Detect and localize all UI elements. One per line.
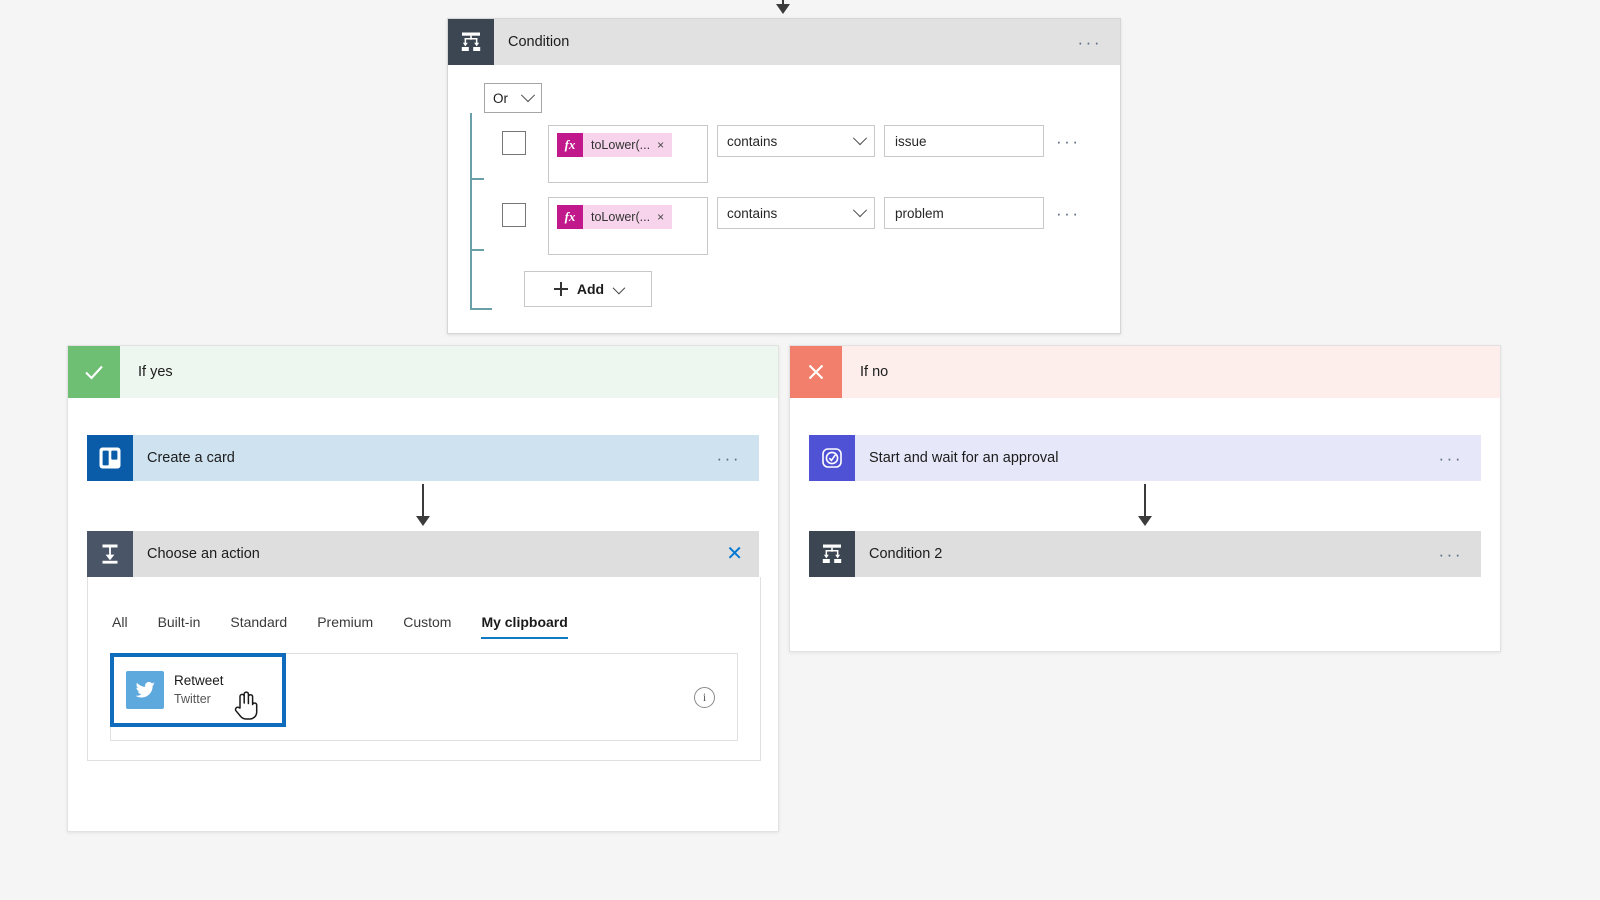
- logic-operator-value: Or: [493, 90, 508, 106]
- tree-branch-2: [470, 249, 484, 251]
- tab-all[interactable]: All: [112, 614, 128, 639]
- expression-token[interactable]: fx toLower(... ×: [557, 133, 673, 157]
- fx-icon: fx: [557, 205, 583, 229]
- condition-card[interactable]: Condition ··· Or fx toLower(... × contai…: [447, 18, 1121, 334]
- action-title: Create a card: [147, 450, 235, 466]
- info-icon[interactable]: i: [694, 687, 715, 708]
- arrow-no-branch: [1135, 484, 1155, 526]
- action-condition-2[interactable]: Condition 2 ···: [809, 531, 1481, 577]
- tree-branch-1: [470, 178, 484, 180]
- remove-token-icon[interactable]: ×: [657, 210, 672, 224]
- choose-an-action-header[interactable]: Choose an action ✕: [87, 531, 759, 577]
- fx-icon: fx: [557, 133, 583, 157]
- arrow-yes-branch: [413, 484, 433, 526]
- arrow-into-condition: [773, 0, 793, 14]
- action-menu[interactable]: ···: [1439, 450, 1463, 467]
- tab-my-clipboard[interactable]: My clipboard: [481, 614, 569, 639]
- if-no-label: If no: [860, 364, 889, 380]
- condition-operator-value: contains: [727, 205, 778, 221]
- condition-row-checkbox[interactable]: [502, 203, 526, 227]
- if-no-header[interactable]: If no: [790, 346, 1500, 398]
- tab-built-in[interactable]: Built-in: [158, 614, 201, 639]
- action-menu[interactable]: ···: [717, 450, 741, 467]
- tree-branch-add: [470, 308, 492, 310]
- condition-left-operand[interactable]: fx toLower(... ×: [548, 125, 708, 183]
- action-result-text: Retweet Twitter: [174, 672, 224, 707]
- chevron-down-icon: [612, 281, 626, 294]
- tree-trunk: [470, 113, 472, 309]
- add-button-label: Add: [576, 281, 605, 297]
- twitter-icon: [126, 671, 164, 709]
- action-title: Condition 2: [869, 546, 943, 562]
- logic-operator-select[interactable]: Or: [484, 83, 542, 113]
- action-category-tabs: All Built-in Standard Premium Custom My …: [88, 595, 760, 639]
- chevron-down-icon: [852, 203, 868, 218]
- condition-value-input[interactable]: issue: [884, 125, 1044, 157]
- choose-an-action-panel: All Built-in Standard Premium Custom My …: [87, 577, 761, 761]
- condition-row: fx toLower(... × contains problem ···: [484, 197, 1120, 255]
- condition-row-checkbox[interactable]: [502, 131, 526, 155]
- condition-row-menu[interactable]: ···: [1056, 133, 1080, 150]
- condition-card-title: Condition: [508, 34, 570, 50]
- action-result-connector: Twitter: [174, 691, 211, 706]
- action-result-retweet[interactable]: Retweet Twitter: [110, 653, 286, 727]
- choose-action-title: Choose an action: [147, 546, 260, 562]
- action-create-a-card[interactable]: Create a card ···: [87, 435, 759, 481]
- chevron-down-icon: [520, 88, 536, 103]
- expression-token-label: toLower(...: [591, 210, 651, 224]
- choose-action-icon: [87, 531, 133, 577]
- tab-premium[interactable]: Premium: [317, 614, 373, 639]
- checkmark-icon: [68, 346, 120, 398]
- flow-designer-canvas: Condition ··· Or fx toLower(... × contai…: [0, 0, 1600, 900]
- tab-custom[interactable]: Custom: [403, 614, 451, 639]
- condition-operator-value: contains: [727, 133, 778, 149]
- condition-body: Or fx toLower(... × contains issue ··· f…: [448, 65, 1120, 329]
- condition-icon: [448, 19, 494, 65]
- close-icon[interactable]: ✕: [726, 544, 743, 564]
- action-menu[interactable]: ···: [1439, 546, 1463, 563]
- close-icon: [790, 346, 842, 398]
- condition-value-text: issue: [895, 133, 927, 149]
- condition-card-menu[interactable]: ···: [1078, 34, 1102, 51]
- if-yes-label: If yes: [138, 364, 173, 380]
- condition-row: fx toLower(... × contains issue ···: [484, 125, 1120, 183]
- condition-row-menu[interactable]: ···: [1056, 205, 1080, 222]
- condition-value-text: problem: [895, 205, 944, 221]
- if-yes-header[interactable]: If yes: [68, 346, 778, 398]
- action-results-list: Retweet Twitter i: [110, 653, 738, 741]
- approval-icon: [809, 435, 855, 481]
- action-start-and-wait-for-an-approval[interactable]: Start and wait for an approval ···: [809, 435, 1481, 481]
- condition-value-input[interactable]: problem: [884, 197, 1044, 229]
- trello-icon: [87, 435, 133, 481]
- remove-token-icon[interactable]: ×: [657, 138, 672, 152]
- condition-icon: [809, 531, 855, 577]
- expression-token[interactable]: fx toLower(... ×: [557, 205, 673, 229]
- condition-card-header[interactable]: Condition ···: [448, 19, 1120, 65]
- condition-operator-select[interactable]: contains: [717, 125, 875, 157]
- condition-operator-select[interactable]: contains: [717, 197, 875, 229]
- condition-left-operand[interactable]: fx toLower(... ×: [548, 197, 708, 255]
- add-condition-button[interactable]: Add: [524, 271, 652, 307]
- plus-icon: [553, 282, 568, 296]
- action-title: Start and wait for an approval: [869, 450, 1059, 466]
- chevron-down-icon: [852, 131, 868, 146]
- action-result-title: Retweet: [174, 673, 224, 689]
- tab-standard[interactable]: Standard: [230, 614, 287, 639]
- expression-token-label: toLower(...: [591, 138, 651, 152]
